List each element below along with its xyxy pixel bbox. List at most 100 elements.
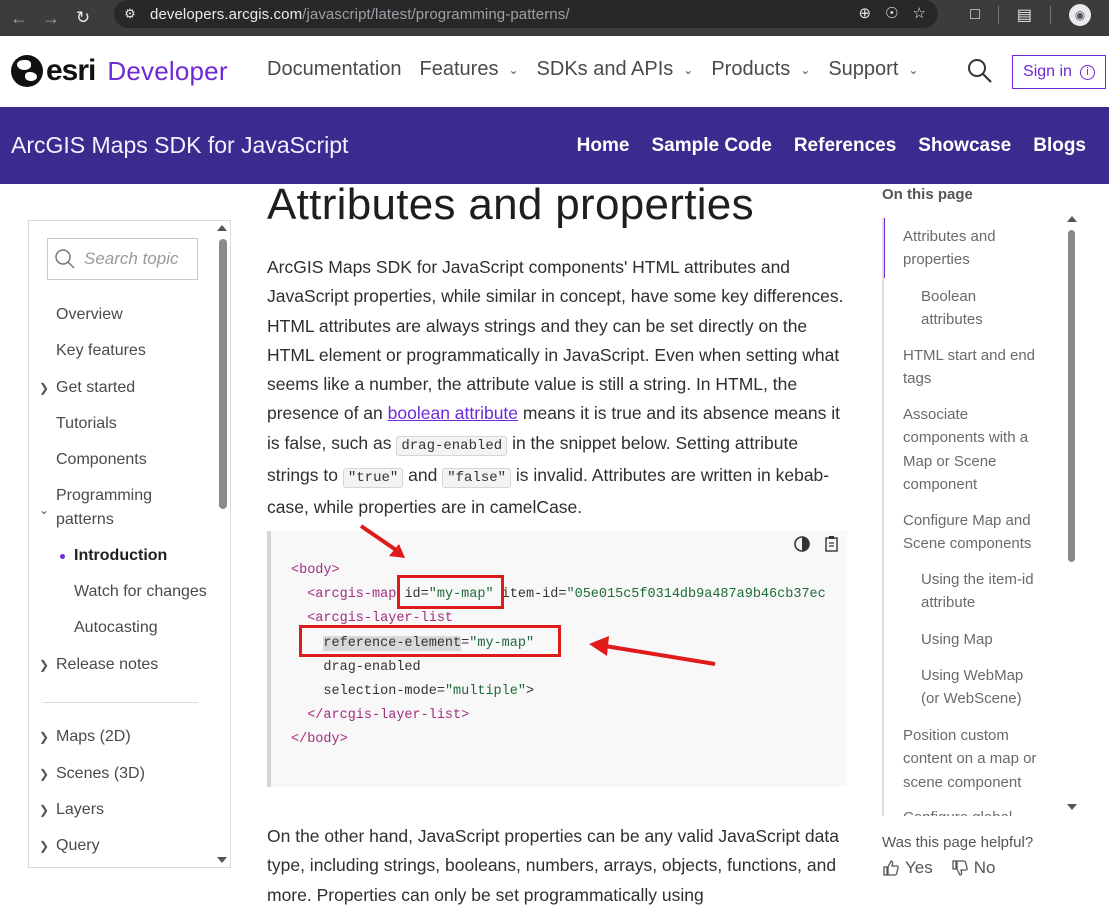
sidebar-item-watch-for-changes[interactable]: Watch for changes — [74, 580, 207, 604]
toolbar-divider — [1050, 6, 1051, 24]
menu-support[interactable]: Support ⌄ — [828, 58, 918, 81]
copy-icon[interactable] — [823, 535, 841, 553]
chevron-right-icon: ❯ — [39, 730, 50, 744]
eye-off-icon[interactable]: ☉ — [885, 4, 898, 22]
toc-active-indicator — [884, 218, 885, 278]
sidebar-item-maps-2d[interactable]: ❯ Maps (2D) — [39, 725, 131, 749]
sidebar-item-autocasting[interactable]: Autocasting — [74, 616, 158, 640]
annotation-box-reference-element — [299, 625, 561, 657]
sidebar-scrollbar-thumb[interactable] — [219, 239, 227, 509]
menu-features[interactable]: Features ⌄ — [420, 58, 519, 81]
toc-item-configure-global[interactable]: Configure global... — [903, 806, 1053, 816]
globe-icon — [11, 55, 43, 87]
toc-item-item-id[interactable]: Using the item-id attribute — [921, 568, 1061, 615]
sidebar-nav: Overview Key features ❯Get started Tutor… — [28, 220, 231, 868]
toc-scroll-up-icon[interactable] — [1067, 216, 1077, 222]
chevron-right-icon: ❯ — [39, 658, 50, 672]
toc-scrollbar-thumb[interactable] — [1068, 230, 1075, 562]
menu-documentation[interactable]: Documentation — [267, 58, 402, 81]
no-button[interactable]: No — [951, 858, 995, 878]
chevron-down-icon: ⌄ — [908, 62, 919, 77]
toc-item-position[interactable]: Position custom content on a map or scen… — [903, 724, 1053, 794]
toc-item-configure[interactable]: Configure Map and Scene components — [903, 509, 1053, 556]
sidebar-item-components[interactable]: Components — [56, 448, 147, 472]
sidebar-item-query[interactable]: ❯ Query — [39, 834, 100, 858]
sidebar-item-scenes-3d[interactable]: ❯ Scenes (3D) — [39, 762, 145, 786]
sidebar-item-overview[interactable]: Overview — [56, 303, 123, 327]
feedback-buttons: Yes No — [882, 858, 995, 878]
toc-title: On this page — [882, 186, 973, 203]
product-nav: Home Sample Code References Showcase Blo… — [577, 135, 1086, 157]
reload-icon[interactable]: ↻ — [70, 5, 96, 31]
sidebar-item-get-started[interactable]: ❯ Get started — [39, 376, 135, 400]
annotation-box-id — [397, 575, 504, 609]
product-bar: ArcGIS Maps SDK for JavaScript Home Samp… — [0, 107, 1109, 184]
bookmark-star-icon[interactable]: ☆ — [913, 4, 926, 22]
chevron-down-icon: ⌄ — [508, 62, 519, 77]
site-settings-icon[interactable]: ⚙ — [122, 6, 138, 22]
search-icon — [55, 249, 75, 269]
site-header: esri Developer Documentation Features ⌄ S… — [0, 36, 1109, 107]
code-block: <body> <arcgis-map id="my-map" item-id="… — [267, 531, 847, 787]
brand-text: esri — [46, 54, 96, 87]
profile-avatar[interactable]: ◉ — [1069, 4, 1091, 26]
menu-products[interactable]: Products ⌄ — [711, 58, 810, 81]
table-of-contents: Attributes and properties Boolean attrib… — [882, 218, 1062, 816]
tab-search-icon[interactable]: ▤ — [1017, 5, 1032, 25]
thumbs-up-icon — [883, 860, 899, 876]
toc-item-html-tags[interactable]: HTML start and end tags — [903, 344, 1053, 391]
main-menu: Documentation Features ⌄ SDKs and APIs ⌄ P… — [267, 58, 936, 81]
address-bar[interactable]: ⚙ developers.arcgis.com/javascript/lates… — [114, 0, 938, 28]
scroll-up-icon[interactable] — [217, 225, 227, 231]
sidebar-item-introduction[interactable]: Introduction — [60, 544, 167, 568]
nav-blogs[interactable]: Blogs — [1033, 135, 1086, 157]
url-text[interactable]: developers.arcgis.com/javascript/latest/… — [150, 6, 570, 23]
product-text: Developer — [107, 55, 228, 86]
inline-code: "false" — [442, 468, 512, 489]
forward-icon[interactable]: → — [38, 5, 64, 31]
properties-paragraph: On the other hand, JavaScript properties… — [267, 826, 839, 905]
chevron-right-icon: ❯ — [39, 839, 50, 853]
search-icon[interactable] — [967, 58, 993, 84]
browser-chrome: ← → ↻ ⚙ developers.arcgis.com/javascript… — [0, 0, 1109, 36]
chevron-down-icon: ⌄ — [683, 62, 694, 77]
sign-in-button[interactable]: Sign in i — [1012, 55, 1106, 89]
sidebar-item-layers[interactable]: ❯ Layers — [39, 798, 104, 822]
chevron-down-icon: ⌄ — [800, 62, 811, 77]
nav-references[interactable]: References — [794, 135, 896, 157]
arrow-annotation-icon — [589, 636, 716, 666]
nav-home[interactable]: Home — [577, 135, 630, 157]
sidebar-item-tutorials[interactable]: Tutorials — [56, 412, 117, 436]
toc-item-webmap[interactable]: Using WebMap (or WebScene) — [921, 664, 1036, 711]
sidebar-search[interactable] — [47, 238, 198, 280]
boolean-attribute-link[interactable]: boolean attribute — [388, 403, 518, 423]
back-icon[interactable]: ← — [6, 5, 32, 31]
zoom-icon[interactable]: ⊕ — [859, 4, 872, 22]
sidebar-search-input[interactable] — [82, 248, 194, 270]
sidebar-item-release-notes[interactable]: ❯ Release notes — [39, 653, 158, 677]
arrow-annotation-icon — [359, 524, 405, 558]
toc-item-boolean[interactable]: Boolean attributes — [921, 285, 1031, 332]
nav-showcase[interactable]: Showcase — [918, 135, 1011, 157]
intro-paragraph: ArcGIS Maps SDK for JavaScript component… — [267, 257, 844, 518]
toc-scroll-down-icon[interactable] — [1067, 804, 1077, 810]
toc-item-using-map[interactable]: Using Map — [921, 628, 1061, 651]
scroll-down-icon[interactable] — [217, 857, 227, 863]
theme-toggle-icon[interactable] — [793, 535, 811, 553]
toolbar-divider — [997, 6, 999, 24]
chevron-right-icon: ❯ — [39, 767, 50, 781]
page-title: Attributes and properties — [267, 180, 754, 229]
yes-button[interactable]: Yes — [882, 858, 933, 878]
sidebar-item-programming-patterns[interactable]: ⌄ Programming patterns — [39, 484, 176, 532]
chevron-right-icon: ❯ — [39, 803, 50, 817]
toc-item-associate[interactable]: Associate components with a Map or Scene… — [903, 403, 1053, 496]
nav-sample-code[interactable]: Sample Code — [651, 135, 771, 157]
sidebar-item-key-features[interactable]: Key features — [56, 339, 146, 363]
product-title[interactable]: ArcGIS Maps SDK for JavaScript — [11, 132, 348, 159]
sidebar-divider — [43, 702, 198, 703]
esri-logo[interactable]: esri Developer — [11, 54, 228, 88]
extensions-icon[interactable]: □ — [970, 6, 980, 24]
inline-code: drag-enabled — [396, 435, 508, 456]
menu-sdks[interactable]: SDKs and APIs ⌄ — [537, 58, 694, 81]
toc-item-attributes[interactable]: Attributes and properties — [903, 225, 1043, 272]
